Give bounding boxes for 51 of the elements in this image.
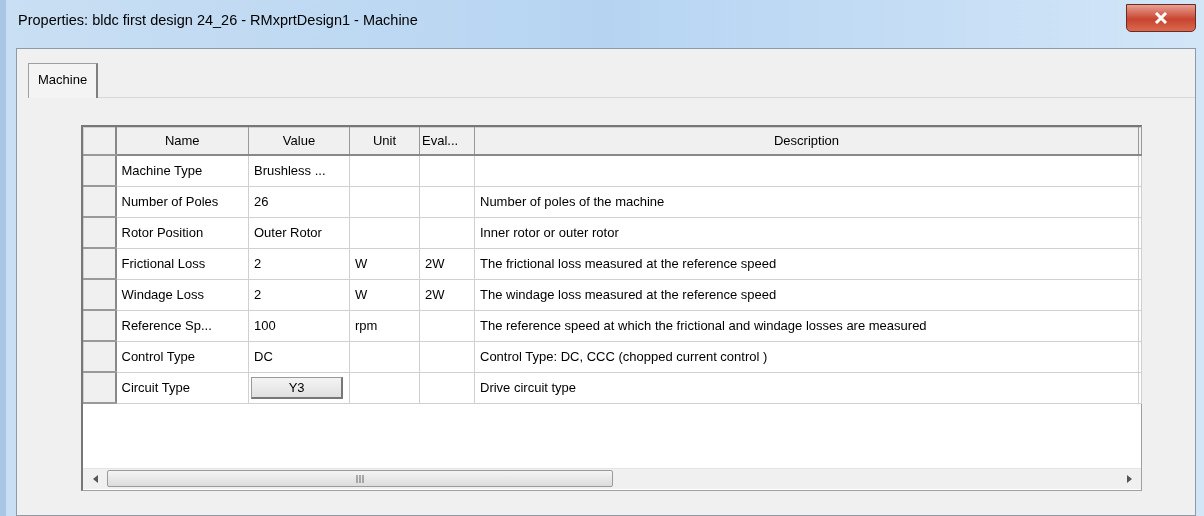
table-cell: 2W bbox=[419, 279, 475, 310]
close-icon bbox=[1154, 12, 1168, 24]
table-cell: 2 bbox=[248, 279, 350, 310]
table-cell: Number of Poles bbox=[115, 186, 249, 217]
column-header[interactable]: Eval... bbox=[419, 127, 475, 155]
table-cell: Circuit Type bbox=[115, 372, 249, 403]
table-cell: The reference speed at which the frictional and windage losses are measured bbox=[474, 310, 1139, 341]
table-cell: Inner rotor or outer rotor bbox=[474, 217, 1139, 248]
row-header[interactable] bbox=[83, 310, 116, 341]
table-cell: The frictional loss measured at the reference speed bbox=[474, 248, 1139, 279]
window-title: Properties: bldc first design 24_26 - RMxprtDesign1 - Machine bbox=[18, 11, 418, 30]
scroll-left-icon[interactable] bbox=[92, 474, 98, 483]
row-header[interactable] bbox=[83, 186, 116, 217]
corner-cell bbox=[83, 127, 116, 155]
scroll-right-icon[interactable] bbox=[1126, 474, 1132, 483]
column-header[interactable]: Unit bbox=[349, 127, 420, 155]
table-cell: Control Type: DC, CCC (chopped current control ) bbox=[474, 341, 1139, 372]
value-button[interactable]: Y3 bbox=[251, 376, 344, 399]
table-cell: W bbox=[349, 248, 420, 279]
close-button[interactable] bbox=[1126, 4, 1196, 32]
table-cell: Drive circuit type bbox=[474, 372, 1139, 403]
scroll-thumb[interactable] bbox=[107, 470, 613, 487]
row-header[interactable] bbox=[83, 372, 116, 403]
table-cell: Outer Rotor bbox=[248, 217, 350, 248]
table-cell: Rotor Position bbox=[115, 217, 249, 248]
column-header[interactable]: Value bbox=[248, 127, 350, 155]
row-header[interactable] bbox=[83, 341, 116, 372]
table-cell: Brushless ... bbox=[248, 155, 350, 186]
table-cell: Control Type bbox=[115, 341, 249, 372]
row-header[interactable] bbox=[83, 248, 116, 279]
table-cell: rpm bbox=[349, 310, 420, 341]
grip-icon bbox=[356, 474, 364, 483]
table-cell: 26 bbox=[248, 186, 350, 217]
column-header[interactable]: Description bbox=[474, 127, 1139, 155]
row-header[interactable] bbox=[83, 217, 116, 248]
row-header[interactable] bbox=[83, 155, 116, 186]
table-cell: Reference Sp... bbox=[115, 310, 249, 341]
table-cell: Number of poles of the machine bbox=[474, 186, 1139, 217]
column-header[interactable]: Name bbox=[115, 127, 249, 155]
table-cell: 2W bbox=[419, 248, 475, 279]
table-cell: W bbox=[349, 279, 420, 310]
table-cell: Windage Loss bbox=[115, 279, 249, 310]
table-cell: The windage loss measured at the reference speed bbox=[474, 279, 1139, 310]
table-cell: 100 bbox=[248, 310, 350, 341]
horizontal-scrollbar[interactable] bbox=[83, 467, 1141, 489]
tab[interactable]: Machine bbox=[28, 63, 99, 98]
table-cell: Machine Type bbox=[115, 155, 249, 186]
table-cell: Frictional Loss bbox=[115, 248, 249, 279]
table-cell: 2 bbox=[248, 248, 350, 279]
row-header[interactable] bbox=[83, 279, 116, 310]
table-cell: DC bbox=[248, 341, 350, 372]
